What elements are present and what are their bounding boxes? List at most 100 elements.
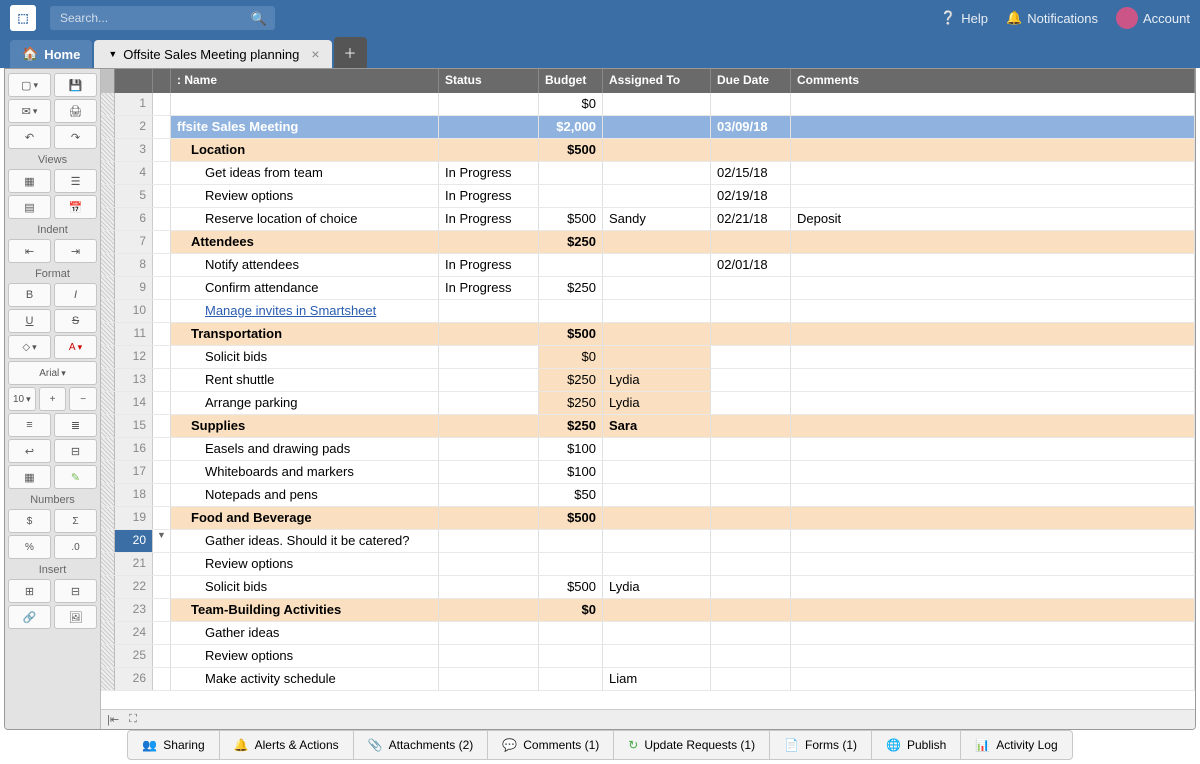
cell-status[interactable] — [439, 461, 539, 483]
cell-comments[interactable] — [791, 645, 1195, 667]
row-number[interactable]: 9 — [115, 277, 153, 299]
cell-comments[interactable]: Deposit — [791, 208, 1195, 230]
row-number[interactable]: 24 — [115, 622, 153, 644]
cell-budget[interactable] — [539, 645, 603, 667]
row-number[interactable]: 14 — [115, 392, 153, 414]
row-number[interactable]: 26 — [115, 668, 153, 690]
cell-name[interactable]: Attendees — [171, 231, 439, 253]
cell-due[interactable] — [711, 668, 791, 690]
cell-comments[interactable] — [791, 185, 1195, 207]
cell-budget[interactable] — [539, 300, 603, 322]
cell-name[interactable]: Manage invites in Smartsheet — [171, 300, 439, 322]
cell-due[interactable] — [711, 277, 791, 299]
table-row[interactable]: 21 Review options — [101, 553, 1195, 576]
table-row[interactable]: 15Supplies$250Sara — [101, 415, 1195, 438]
tab-home[interactable]: 🏠Home — [10, 40, 92, 68]
cell-budget[interactable]: $250 — [539, 277, 603, 299]
row-gutter[interactable] — [101, 323, 115, 345]
row-number[interactable]: 4 — [115, 162, 153, 184]
row-expand-cell[interactable] — [153, 392, 171, 414]
row-gutter[interactable] — [101, 553, 115, 575]
publish-button[interactable]: 🌐Publish — [872, 730, 961, 760]
search-input[interactable] — [50, 6, 275, 30]
cell-name[interactable]: Food and Beverage — [171, 507, 439, 529]
table-row[interactable]: 1 $0 — [101, 93, 1195, 116]
attachments-button[interactable]: 📎Attachments (2) — [354, 730, 489, 760]
cell-assigned[interactable] — [603, 231, 711, 253]
row-gutter[interactable] — [101, 415, 115, 437]
cell-budget[interactable] — [539, 622, 603, 644]
table-row[interactable]: 6Reserve location of choiceIn Progress$5… — [101, 208, 1195, 231]
table-row[interactable]: 5Review optionsIn Progress02/19/18 — [101, 185, 1195, 208]
row-expand-cell[interactable] — [153, 300, 171, 322]
row-number[interactable]: 6 — [115, 208, 153, 230]
italic-button[interactable]: I — [54, 283, 97, 307]
row-gutter[interactable] — [101, 208, 115, 230]
row-gutter[interactable] — [101, 277, 115, 299]
row-gutter[interactable] — [101, 369, 115, 391]
cell-assigned[interactable] — [603, 553, 711, 575]
conditional-format-button[interactable]: ▦ — [8, 465, 51, 489]
cell-assigned[interactable] — [603, 438, 711, 460]
sharing-button[interactable]: 👥Sharing — [127, 730, 219, 760]
cell-budget[interactable]: $100 — [539, 461, 603, 483]
table-row[interactable]: 13Rent shuttle$250Lydia — [101, 369, 1195, 392]
cell-budget[interactable]: $250 — [539, 231, 603, 253]
wrap-button[interactable]: ↩ — [8, 439, 51, 463]
row-number[interactable]: 5 — [115, 185, 153, 207]
cell-comments[interactable] — [791, 162, 1195, 184]
cell-budget[interactable]: $500 — [539, 507, 603, 529]
table-row[interactable]: 3Location$500 — [101, 139, 1195, 162]
table-row[interactable]: 9Confirm attendanceIn Progress$250 — [101, 277, 1195, 300]
cell-comments[interactable] — [791, 323, 1195, 345]
cell-status[interactable]: In Progress — [439, 185, 539, 207]
cell-budget[interactable]: $500 — [539, 208, 603, 230]
row-number[interactable]: 21 — [115, 553, 153, 575]
new-button[interactable]: ▢▾ — [8, 73, 51, 97]
highlighter-button[interactable]: ✎ — [54, 465, 97, 489]
table-row[interactable]: 25Review options — [101, 645, 1195, 668]
header-status[interactable]: Status — [439, 69, 539, 93]
row-number[interactable]: 10 — [115, 300, 153, 322]
fill-color-button[interactable]: ◇▾ — [8, 335, 51, 359]
cell-name[interactable]: Review options — [171, 553, 439, 575]
notifications-link[interactable]: 🔔Notifications — [1006, 10, 1098, 26]
cell-due[interactable] — [711, 530, 791, 552]
close-icon[interactable]: × — [311, 46, 319, 62]
cell-due[interactable] — [711, 599, 791, 621]
row-number[interactable]: 1 — [115, 93, 153, 115]
cell-budget[interactable] — [539, 553, 603, 575]
row-expand-cell[interactable] — [153, 484, 171, 506]
collapse-icon[interactable]: |⇤ — [107, 713, 119, 726]
header-assigned[interactable]: Assigned To — [603, 69, 711, 93]
cell-status[interactable] — [439, 484, 539, 506]
table-row[interactable]: 4Get ideas from teamIn Progress02/15/18 — [101, 162, 1195, 185]
help-link[interactable]: ❔Help — [940, 10, 988, 26]
cell-budget[interactable]: $2,000 — [539, 116, 603, 138]
cell-comments[interactable] — [791, 93, 1195, 115]
cell-status[interactable] — [439, 668, 539, 690]
cell-comments[interactable] — [791, 484, 1195, 506]
cell-name[interactable]: Location — [171, 139, 439, 161]
table-row[interactable]: 11Transportation$500 — [101, 323, 1195, 346]
cell-status[interactable]: In Progress — [439, 162, 539, 184]
table-row[interactable]: 16Easels and drawing pads$100 — [101, 438, 1195, 461]
cell-comments[interactable] — [791, 139, 1195, 161]
cell-assigned[interactable]: Sandy — [603, 208, 711, 230]
alerts-button[interactable]: 🔔Alerts & Actions — [220, 730, 354, 760]
cell-assigned[interactable] — [603, 300, 711, 322]
cell-budget[interactable]: $0 — [539, 93, 603, 115]
row-number[interactable]: 8 — [115, 254, 153, 276]
font-color-button[interactable]: A▾ — [54, 335, 97, 359]
row-expand-cell[interactable] — [153, 162, 171, 184]
cell-name[interactable]: Team-Building Activities — [171, 599, 439, 621]
cell-status[interactable] — [439, 645, 539, 667]
row-expand-cell[interactable] — [153, 139, 171, 161]
row-number[interactable]: 2 — [115, 116, 153, 138]
row-expand-cell[interactable] — [153, 346, 171, 368]
outdent-button[interactable]: ⇤ — [8, 239, 51, 263]
table-row[interactable]: 24Gather ideas — [101, 622, 1195, 645]
cell-status[interactable] — [439, 438, 539, 460]
cell-budget[interactable] — [539, 254, 603, 276]
cell-assigned[interactable] — [603, 323, 711, 345]
